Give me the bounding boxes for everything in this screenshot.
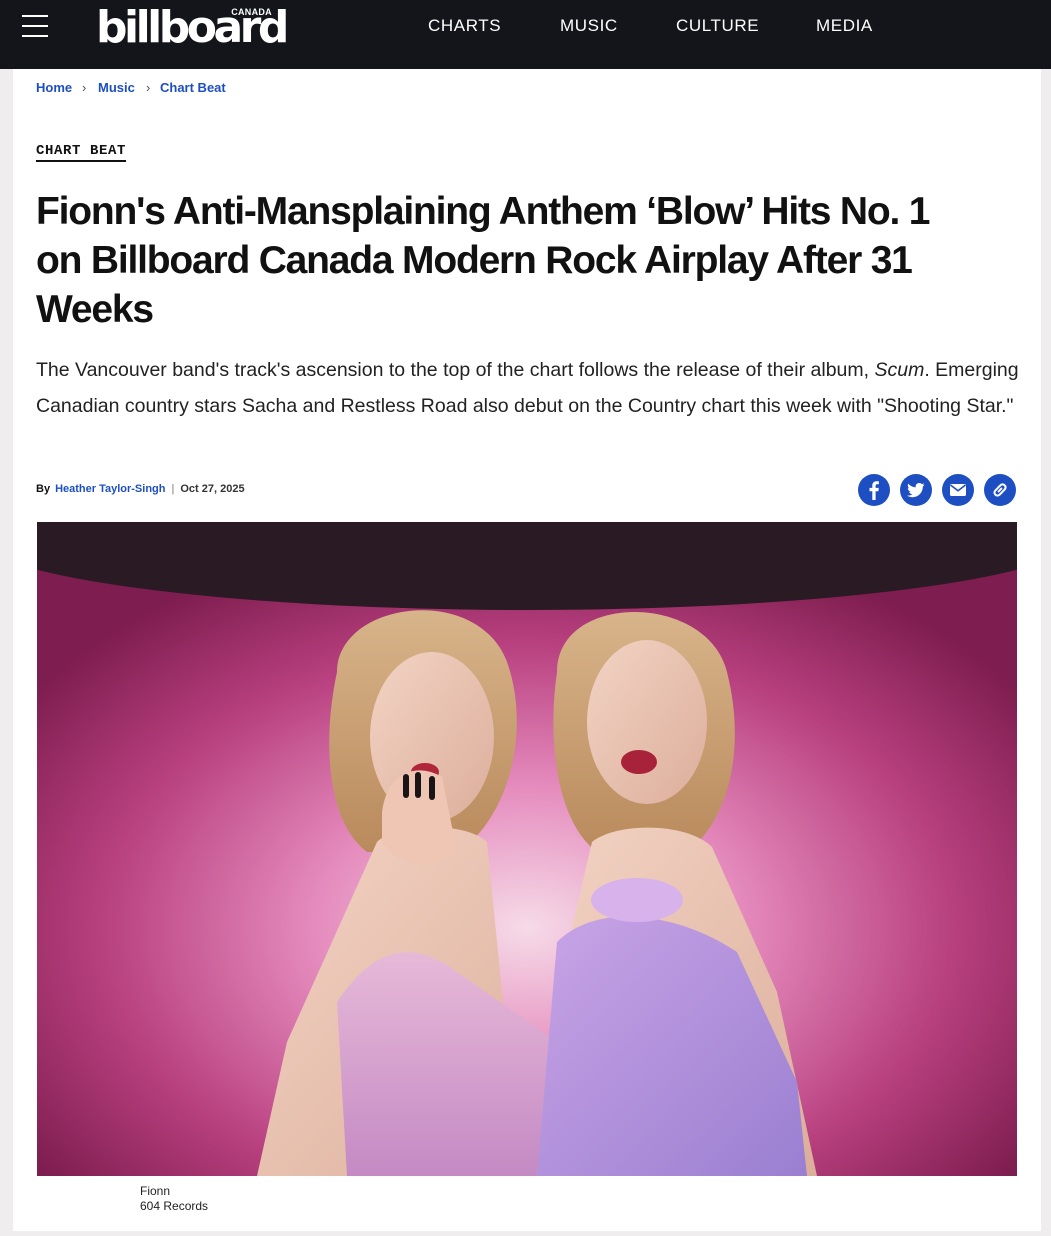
nav-charts[interactable]: CHARTS [428, 16, 501, 36]
byline: By Heather Taylor-Singh | Oct 27, 2025 [36, 483, 245, 495]
share-twitter-button[interactable] [900, 474, 932, 506]
breadcrumb-separator-icon: › [82, 80, 87, 95]
dek-album-title: Scum [874, 359, 925, 381]
breadcrumb-home[interactable]: Home [36, 80, 72, 95]
section-kicker[interactable]: CHART BEAT [36, 143, 127, 162]
article-panel: Home › Music › Chart Beat CHART BEAT Fio… [13, 69, 1041, 1231]
hero-photo-illustration [37, 522, 1017, 1176]
top-nav-bar: billboard CANADA CHARTS MUSIC CULTURE ME… [0, 0, 1051, 69]
caption-subject: Fionn [140, 1184, 171, 1198]
article-dek: The Vancouver band's track's ascension t… [36, 352, 1026, 424]
image-caption: Fionn 604 Records [140, 1184, 208, 1214]
breadcrumb-music[interactable]: Music [98, 80, 135, 95]
byline-prefix: By [36, 483, 51, 495]
headline-line: Weeks [36, 288, 154, 331]
author-link[interactable]: Heather Taylor-Singh [55, 483, 165, 495]
breadcrumb-separator-icon: › [146, 80, 151, 95]
twitter-icon [907, 483, 925, 498]
article-headline: Fionn's Anti-Mansplaining Anthem ‘Blow’ … [36, 187, 996, 334]
share-link-button[interactable] [984, 474, 1016, 506]
headline-line: Fionn's Anti-Mansplaining Anthem ‘Blow’ … [36, 190, 930, 233]
publish-date: Oct 27, 2025 [180, 483, 245, 495]
billboard-canada-logo[interactable]: billboard CANADA [96, 4, 289, 52]
breadcrumb-chart-beat[interactable]: Chart Beat [160, 80, 226, 95]
nav-music[interactable]: MUSIC [560, 16, 618, 36]
email-icon [950, 484, 966, 496]
share-facebook-button[interactable] [858, 474, 890, 506]
caption-credit: 604 Records [140, 1199, 209, 1213]
share-email-button[interactable] [942, 474, 974, 506]
hero-image [37, 522, 1017, 1176]
nav-media[interactable]: MEDIA [816, 16, 873, 36]
byline-divider: | [171, 483, 175, 495]
dek-text: The Vancouver band's track's ascension t… [36, 359, 875, 381]
logo-canada-label: CANADA [231, 7, 272, 17]
facebook-icon [869, 481, 879, 500]
menu-icon[interactable] [22, 13, 48, 39]
link-icon [993, 483, 1007, 497]
headline-line: on Billboard Canada Modern Rock Airplay … [36, 239, 913, 282]
nav-culture[interactable]: CULTURE [676, 16, 759, 36]
